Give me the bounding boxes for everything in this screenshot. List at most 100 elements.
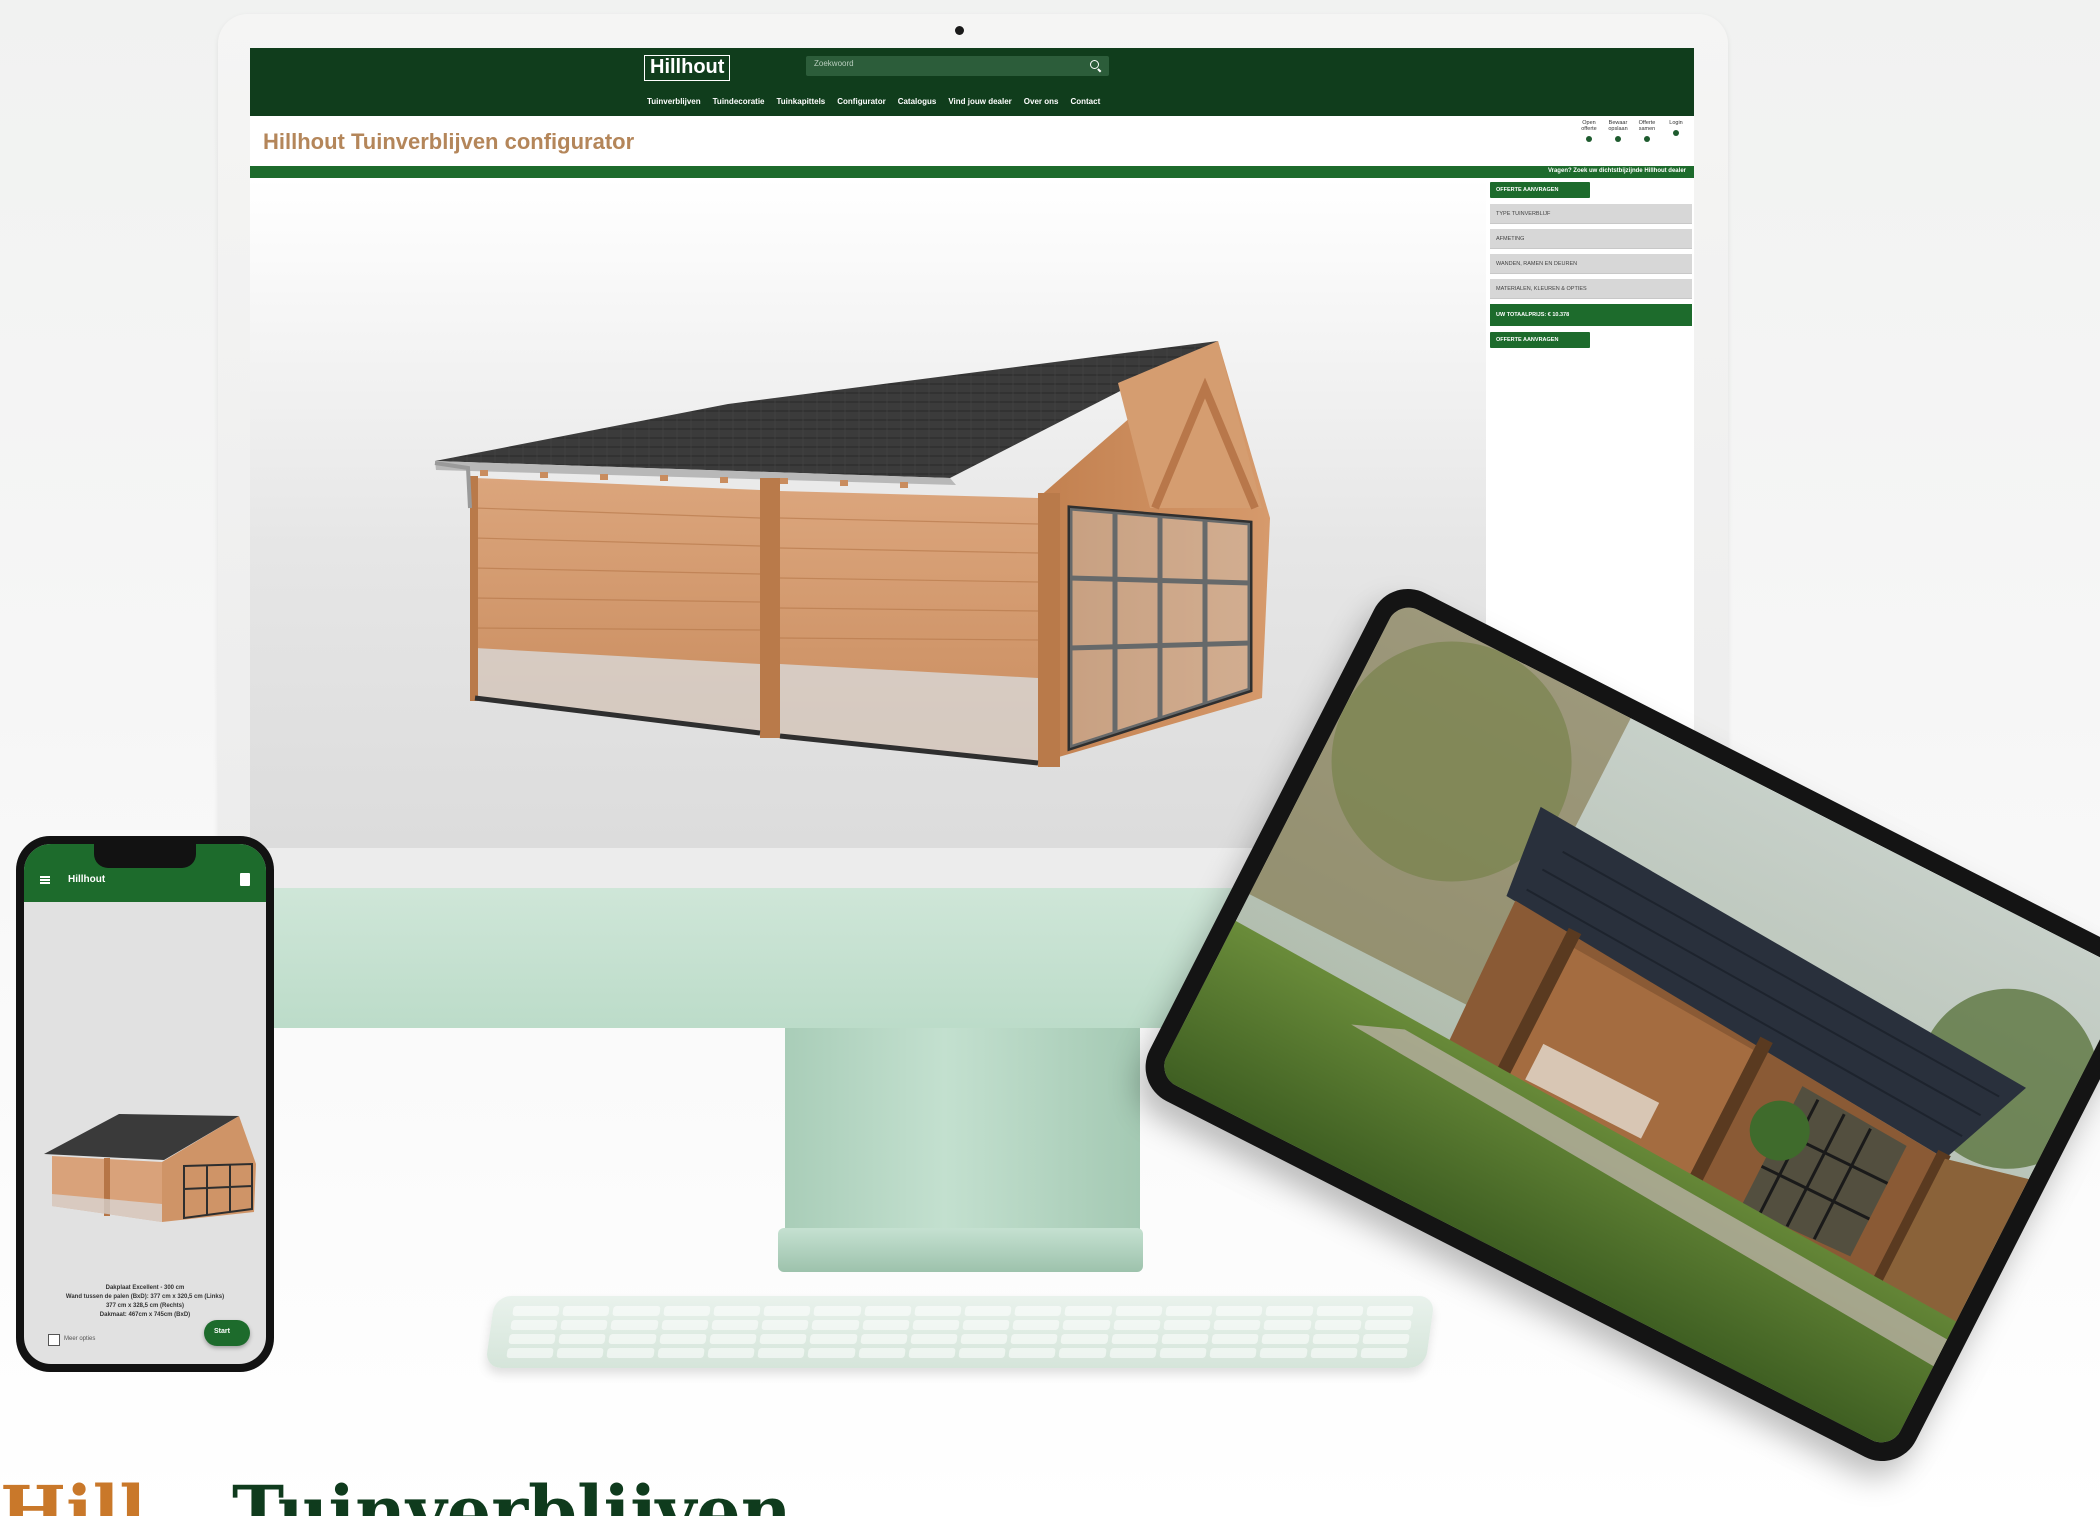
keyboard-key — [1364, 1320, 1412, 1330]
menu-item-catalogus[interactable]: Catalogus — [898, 97, 937, 106]
keyboard-key — [910, 1334, 958, 1344]
keyboard-key — [1060, 1334, 1109, 1344]
menu-item-tuindecoratie[interactable]: Tuindecoratie — [713, 97, 765, 106]
garden-house-render — [434, 341, 1270, 767]
3d-viewport[interactable] — [250, 178, 1486, 848]
headline-brand: Hill — [0, 1470, 146, 1516]
keyboard-key — [1159, 1348, 1207, 1358]
headline-word: Tuinverblijven — [232, 1470, 792, 1516]
keyboard-key — [662, 1306, 711, 1316]
keyboard-key — [958, 1348, 1006, 1358]
header-action-label: Open offerte — [1581, 120, 1597, 132]
hamburger-menu-icon[interactable] — [40, 876, 50, 884]
keyboard-key — [813, 1306, 862, 1316]
section-materialen[interactable]: MATERIALEN, KLEUREN & OPTIES — [1490, 279, 1692, 299]
keyboard-key — [1309, 1348, 1358, 1358]
keyboard-key — [759, 1334, 808, 1344]
keyboard-key — [1362, 1334, 1410, 1344]
total-price: UW TOTAALPRIJS: € 10.378 — [1490, 304, 1692, 326]
keyboard-key — [1110, 1334, 1159, 1344]
keyboard-key — [707, 1348, 755, 1358]
user-icon — [1673, 130, 1679, 136]
keyboard-key — [560, 1320, 609, 1330]
keyboard-key — [658, 1334, 707, 1344]
keyboard-key — [711, 1320, 759, 1330]
page-title: Hillhout Tuinverblijven configurator — [263, 129, 635, 154]
phone-logo: Hillhout — [68, 874, 106, 885]
keyboard-key — [863, 1306, 912, 1316]
start-fab-button[interactable]: Start — [204, 1320, 250, 1346]
section-afmeting[interactable]: AFMETING — [1490, 229, 1692, 249]
keyboard-key — [960, 1334, 1008, 1344]
keyboard-key — [1311, 1334, 1360, 1344]
section-type[interactable]: TYPE TUINVERBLIJF — [1490, 204, 1692, 224]
keyboard-key — [811, 1320, 860, 1330]
menu-item-tuinverblijven[interactable]: Tuinverblijven — [647, 97, 701, 106]
keyboard-key — [1315, 1306, 1364, 1316]
keyboard-key — [1209, 1348, 1258, 1358]
dealer-link[interactable]: Vragen? Zoek uw dichtstbijzijnde Hillhou… — [1548, 168, 1686, 174]
keyboard-key — [962, 1320, 1010, 1330]
keyboard-key — [757, 1348, 806, 1358]
keyboard-key — [857, 1348, 906, 1358]
keyboard-key — [1064, 1306, 1113, 1316]
keyboard-key — [761, 1320, 810, 1330]
header-actions: Open offerte Bewaar opslaan Offerte same… — [1579, 120, 1686, 142]
menu-item-over-ons[interactable]: Over ons — [1024, 97, 1059, 106]
keyboard-key — [859, 1334, 908, 1344]
options-checkbox[interactable] — [48, 1334, 60, 1346]
site-logo[interactable]: Hillhout — [644, 55, 731, 81]
menu-item-contact[interactable]: Contact — [1070, 97, 1100, 106]
summary-line: Dakmaat: 467cm x 745cm (BxD) — [99, 1312, 191, 1318]
keyboard-key — [1058, 1348, 1107, 1358]
document-icon[interactable] — [240, 873, 250, 886]
keyboard-key — [1360, 1348, 1408, 1358]
keyboard-key — [1114, 1306, 1163, 1316]
search-icon[interactable] — [1090, 60, 1099, 69]
keyboard-key — [1313, 1320, 1362, 1330]
keyboard-key — [1109, 1348, 1157, 1358]
open-offerte-button[interactable]: Open offerte — [1579, 120, 1599, 142]
bewaar-button[interactable]: Bewaar opslaan — [1608, 120, 1628, 142]
quote-button-bottom[interactable]: OFFERTE AANVRAGEN — [1490, 332, 1590, 348]
folder-icon — [1586, 136, 1592, 142]
imac-foot — [778, 1228, 1143, 1272]
keyboard-key — [556, 1348, 605, 1358]
keyboard-key — [914, 1306, 962, 1316]
keyboard-key — [1163, 1320, 1211, 1330]
help-bar: Vragen? Zoek uw dichtstbijzijnde Hillhou… — [250, 166, 1694, 178]
keyboard-key — [964, 1306, 1012, 1316]
share-icon — [1644, 136, 1650, 142]
keyboard-key — [908, 1348, 956, 1358]
menu-item-tuinkapittels[interactable]: Tuinkapittels — [777, 97, 826, 106]
search-input[interactable]: Zoekwoord — [806, 56, 1109, 76]
keyboard-key — [558, 1334, 607, 1344]
summary-line: Dakplaat Excellent - 300 cm — [105, 1285, 185, 1291]
keyboard-key — [508, 1334, 556, 1344]
login-button[interactable]: Login — [1666, 120, 1686, 142]
keyboard-key — [510, 1320, 558, 1330]
keyboard-key — [1213, 1320, 1262, 1330]
keyboard-key — [1165, 1306, 1213, 1316]
camera-icon — [955, 26, 964, 35]
keyboard-key — [713, 1306, 761, 1316]
phone-screen: Hillhout Dakplaat Excellent - 300 cm Wan… — [24, 844, 266, 1364]
header-action-label: Login — [1669, 120, 1683, 126]
menu-item-dealer[interactable]: Vind jouw dealer — [948, 97, 1011, 106]
keyboard-key — [1259, 1348, 1308, 1358]
offerte-samen-button[interactable]: Offerte samen — [1637, 120, 1657, 142]
menu-item-configurator[interactable]: Configurator — [837, 97, 885, 106]
keyboard-key — [1265, 1306, 1314, 1316]
keyboard-key — [709, 1334, 757, 1344]
search-placeholder: Zoekwoord — [814, 59, 854, 68]
keyboard-key — [861, 1320, 910, 1330]
keyboard-key — [562, 1306, 611, 1316]
quote-button-top[interactable]: OFFERTE AANVRAGEN — [1490, 182, 1590, 198]
keyboard-key — [1161, 1334, 1209, 1344]
keyboard-key — [606, 1348, 655, 1358]
keyboard-key — [608, 1334, 657, 1344]
keyboard-key — [612, 1306, 661, 1316]
section-wanden[interactable]: WANDEN, RAMEN EN DEUREN — [1490, 254, 1692, 274]
summary-line: Wand tussen de palen (BxD): 377 cm x 320… — [65, 1294, 225, 1300]
keyboard-key — [1010, 1334, 1059, 1344]
